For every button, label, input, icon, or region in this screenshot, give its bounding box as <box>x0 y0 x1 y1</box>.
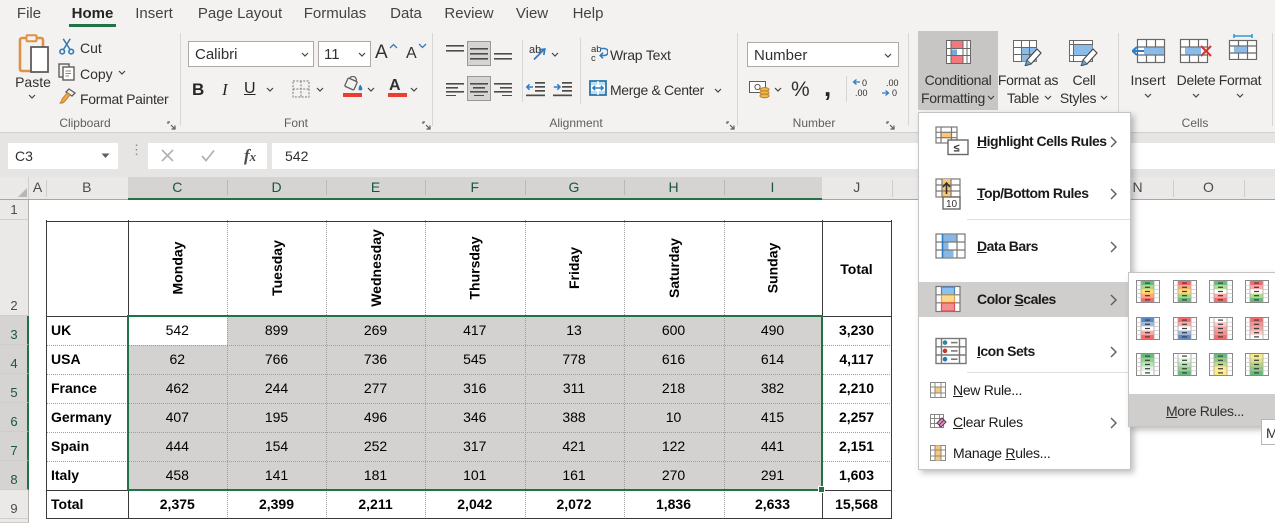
svg-text:.00: .00 <box>855 88 868 98</box>
svg-text:.00: .00 <box>886 78 899 88</box>
svg-text:0: 0 <box>892 88 897 98</box>
svg-text:≤: ≤ <box>954 143 960 155</box>
svg-text:0: 0 <box>862 78 867 88</box>
svg-text:10: 10 <box>946 199 958 210</box>
svg-text:c: c <box>591 53 596 62</box>
